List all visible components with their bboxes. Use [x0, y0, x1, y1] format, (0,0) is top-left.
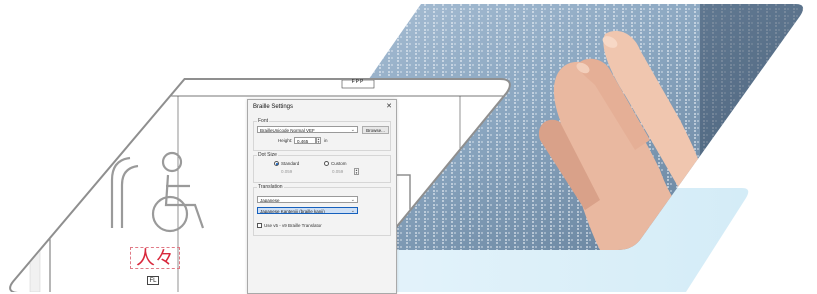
braille-settings-dialog: Braille Settings ✕ Font BrailleUnicode N… — [247, 99, 397, 294]
translation-mode-select[interactable]: Japanese Kanteniji (braille kanji) ⌄ — [257, 207, 358, 214]
font-group: Font BrailleUnicode Normal VEF ⌄ Browse.… — [253, 118, 391, 151]
browse-button[interactable]: Browse... — [362, 125, 389, 134]
chevron-down-icon: ⌄ — [350, 127, 355, 133]
background-scene — [9, 4, 804, 292]
standard-value: 0.059 — [281, 169, 293, 174]
height-input[interactable]: 0.465 — [294, 137, 316, 144]
custom-spinner[interactable]: ▲ ▼ — [354, 168, 359, 175]
dialog-title: Braille Settings — [253, 104, 294, 110]
standard-radio[interactable] — [274, 161, 279, 166]
font-select-value: BrailleUnicode Normal VEF — [260, 128, 315, 133]
custom-label: Custom — [331, 161, 347, 166]
height-unit: in — [324, 138, 328, 143]
standard-label: Standard — [281, 161, 300, 166]
translation-mode-value: Japanese Kanteniji (braille kanji) — [260, 209, 325, 214]
font-select[interactable]: BrailleUnicode Normal VEF ⌄ — [257, 126, 358, 133]
translation-group-label: Translation — [257, 184, 284, 190]
close-icon[interactable]: ✕ — [386, 102, 392, 110]
legacy-translator-checkbox[interactable] — [257, 223, 262, 228]
translation-group: Translation Japanese ⌄ Japanese Kantenij… — [253, 184, 391, 236]
kanji-label: 人々 — [130, 247, 180, 269]
dot-size-group-label: Dot Size — [257, 152, 278, 158]
height-label: Height: — [278, 138, 293, 143]
dot-size-group: Dot Size Standard 0.059 Custom 0.059 ▲ ▼ — [253, 152, 391, 183]
bottom-marker: FL — [147, 276, 159, 285]
height-spinner[interactable]: ▲ ▼ — [316, 137, 321, 144]
font-group-label: Font — [257, 118, 270, 124]
chevron-down-icon: ⌄ — [350, 208, 355, 214]
top-marker: FPP — [351, 79, 365, 85]
language-select[interactable]: Japanese ⌄ — [257, 196, 358, 203]
language-select-value: Japanese — [260, 198, 280, 203]
chevron-down-icon: ⌄ — [350, 197, 355, 203]
custom-value: 0.059 — [332, 169, 344, 174]
custom-radio[interactable] — [324, 161, 329, 166]
legacy-translator-label: Use v5 - v9 Braille Translator — [264, 223, 322, 228]
